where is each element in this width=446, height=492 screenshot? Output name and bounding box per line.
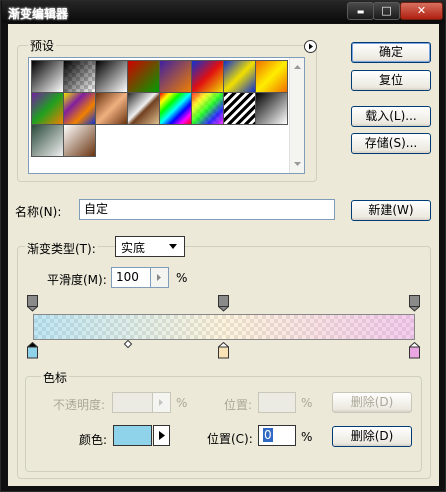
reset-button[interactable]: 复位 xyxy=(351,70,431,91)
save-button[interactable]: 存储(S)... xyxy=(351,133,431,154)
preset-swatch-yellow-violet-orange-blue[interactable] xyxy=(63,92,96,125)
preset-swatch-orange-yellow-orange[interactable] xyxy=(255,60,288,93)
title-bar[interactable]: 渐变编辑器 ▬ □ ✕ xyxy=(2,1,445,23)
color-location-label: 位置(C): xyxy=(207,432,253,446)
preset-swatch-grid xyxy=(28,57,305,174)
preset-swatch-neutral-density[interactable] xyxy=(255,92,288,125)
close-icon: ✕ xyxy=(416,4,427,17)
opacity-stop[interactable] xyxy=(217,295,230,312)
preset-swatch-chrome[interactable] xyxy=(127,92,160,125)
opacity-label: 不透明度: xyxy=(53,398,106,412)
opacity-location-input[interactable] xyxy=(258,392,296,413)
presets-label: 预设 xyxy=(28,37,57,54)
name-label: 名称(N): xyxy=(15,205,62,219)
right-arrow-circle-icon xyxy=(309,43,313,50)
opacity-slider-button[interactable] xyxy=(153,392,171,413)
color-location-unit: % xyxy=(301,430,313,444)
preset-swatch-violet-orange[interactable] xyxy=(159,60,192,93)
maximize-icon: □ xyxy=(381,4,392,17)
right-arrow-icon xyxy=(157,274,161,281)
dialog-body: 预设 确定 复位 载入(L)... 存储(S)... 名称(N): 自定 新建(… xyxy=(8,24,439,486)
gradient-type-select[interactable]: 实底 xyxy=(115,236,185,257)
gradient-preview-bar[interactable] xyxy=(33,314,415,340)
preset-swatch-spectrum[interactable] xyxy=(159,92,192,125)
preset-swatch-green-gray[interactable] xyxy=(31,124,64,157)
right-arrow-icon xyxy=(159,431,165,440)
opacity-unit: % xyxy=(176,396,188,410)
gradient-type-label: 渐变类型(T): xyxy=(25,240,98,257)
preset-swatch-foreground-to-transparent[interactable] xyxy=(63,60,96,93)
minimize-button[interactable]: ▬ xyxy=(347,2,374,20)
preset-swatch-blue-yellow-blue[interactable] xyxy=(223,60,256,93)
load-button[interactable]: 载入(L)... xyxy=(351,106,431,127)
maximize-button[interactable]: □ xyxy=(373,2,400,20)
preset-swatch-foreground-to-background[interactable] xyxy=(31,60,64,93)
color-swatch[interactable] xyxy=(113,425,152,446)
delete-color-stop-button[interactable]: 删除(D) xyxy=(332,426,412,447)
preset-scrollbar[interactable] xyxy=(289,58,304,173)
chevron-down-icon xyxy=(169,244,177,249)
gradient-type-value: 实底 xyxy=(121,241,146,255)
color-stop[interactable] xyxy=(408,341,421,359)
scroll-down-icon[interactable] xyxy=(290,158,305,170)
stops-group xyxy=(25,376,422,472)
name-input[interactable]: 自定 xyxy=(79,199,335,220)
color-stop[interactable] xyxy=(217,341,230,359)
smoothness-label: 平滑度(M): xyxy=(47,273,107,287)
opacity-stop[interactable] xyxy=(408,295,421,312)
ok-button[interactable]: 确定 xyxy=(351,42,431,63)
preset-swatch-transparent-rainbow[interactable] xyxy=(191,92,224,125)
opacity-stop[interactable] xyxy=(26,295,39,312)
color-stop[interactable] xyxy=(26,341,39,359)
right-arrow-icon xyxy=(159,399,163,406)
preset-swatch-transparent-stripes[interactable] xyxy=(223,92,256,125)
smoothness-slider-button[interactable] xyxy=(151,267,169,288)
preset-swatch-blue-red-yellow[interactable] xyxy=(191,60,224,93)
opacity-input[interactable] xyxy=(112,392,153,413)
opacity-location-label: 位置: xyxy=(224,398,253,412)
preset-swatch-copper[interactable] xyxy=(95,92,128,125)
scroll-up-icon[interactable] xyxy=(290,61,305,73)
minimize-icon: ▬ xyxy=(356,7,365,16)
preset-swatch-white-brown[interactable] xyxy=(63,124,96,157)
close-button[interactable]: ✕ xyxy=(400,2,443,20)
stops-group-label: 色标 xyxy=(41,369,70,386)
delete-opacity-stop-button[interactable]: 删除(D) xyxy=(332,392,412,413)
window-title: 渐变编辑器 xyxy=(8,7,69,21)
color-label: 颜色: xyxy=(79,433,108,447)
presets-menu-button[interactable] xyxy=(304,40,317,53)
color-location-value: 0 xyxy=(263,428,273,442)
new-button[interactable]: 新建(W) xyxy=(351,200,431,221)
opacity-location-unit: % xyxy=(301,396,313,410)
preset-swatch-violet-green-orange[interactable] xyxy=(31,92,64,125)
gradient-editor-window: 渐变编辑器 ▬ □ ✕ 预设 确定 复位 载入(L)... 存储(S)... 名… xyxy=(0,0,446,492)
smoothness-unit: % xyxy=(176,271,188,285)
color-location-input[interactable]: 0 xyxy=(258,425,296,446)
preset-swatch-red-green[interactable] xyxy=(127,60,160,93)
preset-swatch-black-to-white[interactable] xyxy=(95,60,128,93)
color-menu-button[interactable] xyxy=(153,425,170,446)
smoothness-input[interactable]: 100 xyxy=(111,267,151,288)
